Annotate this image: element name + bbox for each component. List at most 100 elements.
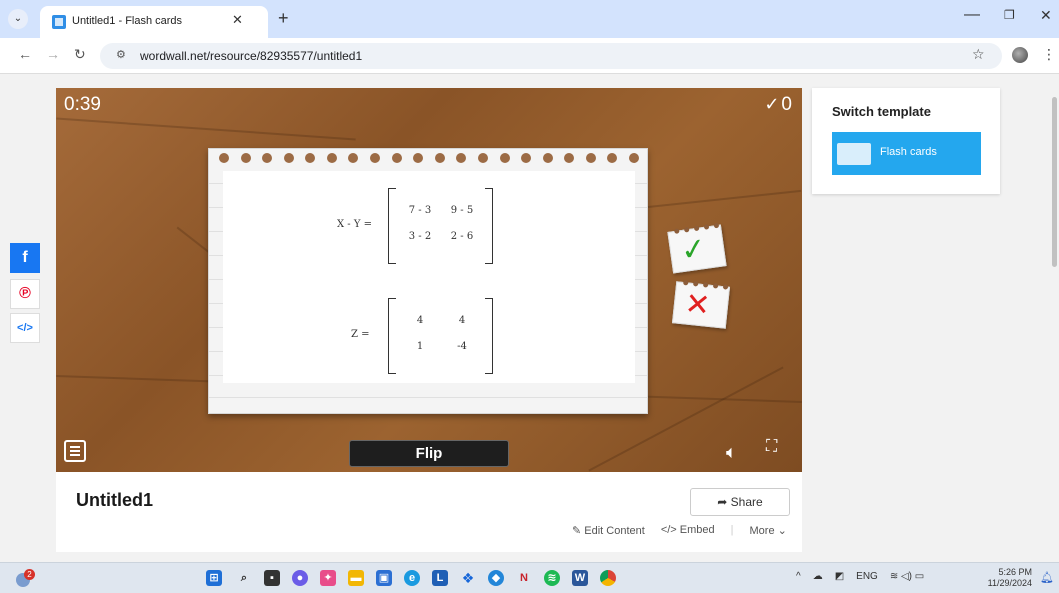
matrix2-cell: -4: [457, 341, 467, 352]
score-value: 0: [781, 94, 792, 115]
activity-info-panel: Untitled1 ➦ Share ✎ Edit Content </> Emb…: [56, 472, 802, 552]
activity-actions: ✎ Edit Content </> Embed | More ⌄: [572, 524, 787, 537]
flip-button[interactable]: Flip: [349, 440, 509, 467]
red-x-icon: ✕: [683, 287, 712, 323]
matrix1-cell: 2 - 6: [450, 231, 474, 242]
browser-tab[interactable]: Untitled1 - Flash cards ✕: [40, 6, 268, 38]
url-text: wordwall.net/resource/82935577/untitled1: [140, 49, 363, 63]
reload-icon[interactable]: ↻: [74, 46, 86, 63]
widgets-icon[interactable]: 2: [14, 569, 35, 589]
share-label: Share: [730, 495, 763, 509]
tab-search-chevron-icon[interactable]: ⌄: [8, 9, 28, 29]
more-dropdown[interactable]: More ⌄: [750, 524, 787, 537]
game-menu-icon[interactable]: [64, 440, 86, 462]
bookmark-star-icon[interactable]: ☆: [972, 46, 985, 63]
tab-close-icon[interactable]: ✕: [232, 12, 243, 28]
matrix2-cell: 4: [458, 315, 466, 326]
green-check-icon: ✓: [678, 231, 709, 269]
template-heading: Switch template: [832, 104, 931, 119]
code-icon: </>: [660, 524, 680, 536]
onedrive-cloud-icon[interactable]: ☁: [813, 571, 823, 582]
checkmark-icon: ✓: [764, 94, 780, 114]
chrome-icon[interactable]: [600, 570, 616, 586]
share-arrow-icon: ➦: [717, 495, 731, 509]
template-option-flash-cards[interactable]: Flash cards: [832, 132, 981, 175]
wifi-volume-battery-icon[interactable]: ≋ ◁) ▭: [890, 571, 924, 582]
taskbar-clock[interactable]: 5:26 PM 11/29/2024: [980, 567, 1032, 589]
share-button[interactable]: ➦ Share: [690, 488, 790, 516]
chat-icon[interactable]: ●: [292, 570, 308, 586]
netflix-icon[interactable]: N: [516, 570, 532, 586]
flashcard-game-board: 0:39 ✓ 0 X - Y = 7 - 3 9 - 5 3 - 2 2 - 6 …: [56, 88, 802, 472]
wordwall-favicon-icon: [52, 15, 66, 29]
matrix1-cell: 7 - 3: [408, 205, 432, 216]
chevron-down-icon: ⌄: [774, 525, 787, 537]
tray-app-icon[interactable]: ◩: [835, 571, 844, 582]
edit-content-link[interactable]: ✎ Edit Content: [572, 524, 645, 537]
tab-title: Untitled1 - Flash cards: [72, 15, 183, 27]
start-windows-icon[interactable]: ⊞: [206, 570, 222, 586]
matrix1-cell: 3 - 2: [408, 231, 432, 242]
new-tab-plus-icon[interactable]: +: [278, 8, 289, 29]
embed-label: Embed: [679, 524, 715, 536]
site-info-icon[interactable]: ⚙: [116, 48, 126, 61]
fullscreen-icon[interactable]: ⛶: [766, 438, 777, 456]
mark-wrong-button[interactable]: ✕: [671, 280, 731, 329]
scrollbar-thumb[interactable]: [1052, 97, 1057, 267]
forward-arrow-icon[interactable]: →: [46, 46, 60, 62]
store-icon[interactable]: ▣: [376, 570, 392, 586]
facebook-share-icon[interactable]: f: [10, 243, 40, 273]
clock-date: 11/29/2024: [987, 578, 1032, 588]
edit-content-label: Edit Content: [584, 525, 645, 537]
browser-tab-strip: ⌄ Untitled1 - Flash cards ✕ + — ❐ ✕: [0, 0, 1059, 38]
matrix1-left-bracket: [388, 188, 396, 264]
word-icon[interactable]: W: [572, 570, 588, 586]
dropbox-icon[interactable]: ❖: [460, 570, 476, 586]
browser-toolbar: ← → ↻ ⚙ wordwall.net/resource/82935577/u…: [0, 38, 1059, 74]
sound-speaker-icon[interactable]: 🔈︎: [726, 442, 737, 463]
matrix2-cell: 1: [416, 341, 424, 352]
window-close-icon[interactable]: ✕: [1040, 7, 1052, 24]
matrix2-label: Z =: [351, 329, 370, 340]
activity-title: Untitled1: [76, 490, 154, 510]
windows-taskbar: 2 ⊞ ⌕ ▪ ● ✦ ▬ ▣ e L ❖ ◆ N ≋ W ^ ☁ ◩ ENG …: [0, 562, 1059, 593]
edge-browser-icon[interactable]: e: [404, 570, 420, 586]
clock-time: 5:26 PM: [998, 567, 1032, 577]
matrix1-right-bracket: [485, 188, 493, 264]
more-label: More: [749, 525, 775, 537]
matrix2-cell: 4: [416, 315, 424, 326]
profile-avatar[interactable]: [1012, 47, 1028, 63]
switch-template-panel: Switch template Flash cards: [812, 88, 1000, 194]
pinterest-share-icon[interactable]: ℗: [10, 279, 40, 309]
matrix2-left-bracket: [388, 298, 396, 374]
embed-link[interactable]: </> Embed: [661, 524, 715, 537]
score-counter: ✓ 0: [764, 94, 792, 116]
app-icon[interactable]: ◆: [488, 570, 504, 586]
notification-bell-icon[interactable]: 🔔︎: [1040, 571, 1054, 584]
divider: |: [730, 524, 734, 536]
pencil-icon: ✎: [572, 525, 585, 537]
notification-badge: 2: [24, 569, 35, 580]
search-icon[interactable]: ⌕: [236, 570, 252, 586]
matrix2-right-bracket: [485, 298, 493, 374]
game-timer: 0:39: [64, 94, 101, 115]
address-bar[interactable]: ⚙ wordwall.net/resource/82935577/untitle…: [100, 43, 1002, 69]
matrix1-label: X - Y =: [337, 219, 373, 230]
spotify-icon[interactable]: ≋: [544, 570, 560, 586]
mark-correct-button[interactable]: ✓: [667, 222, 727, 274]
back-arrow-icon[interactable]: ←: [18, 46, 32, 62]
flashcard-face[interactable]: X - Y = 7 - 3 9 - 5 3 - 2 2 - 6 Z = 4 4 …: [223, 171, 635, 383]
language-indicator[interactable]: ENG: [856, 571, 878, 582]
tray-overflow-chevron-icon[interactable]: ^: [796, 571, 801, 582]
page-scrollbar[interactable]: [1050, 75, 1059, 562]
window-restore-icon[interactable]: ❐: [1004, 8, 1015, 22]
l-app-icon[interactable]: L: [432, 570, 448, 586]
notebook-holes: [219, 153, 639, 167]
matrix1-cell: 9 - 5: [450, 205, 474, 216]
copilot-icon[interactable]: ✦: [320, 570, 336, 586]
task-view-icon[interactable]: ▪: [264, 570, 280, 586]
file-explorer-icon[interactable]: ▬: [348, 570, 364, 586]
embed-code-icon[interactable]: </>: [10, 313, 40, 343]
browser-menu-icon[interactable]: ⋮: [1042, 46, 1056, 63]
window-minimize-icon[interactable]: —: [964, 6, 980, 24]
